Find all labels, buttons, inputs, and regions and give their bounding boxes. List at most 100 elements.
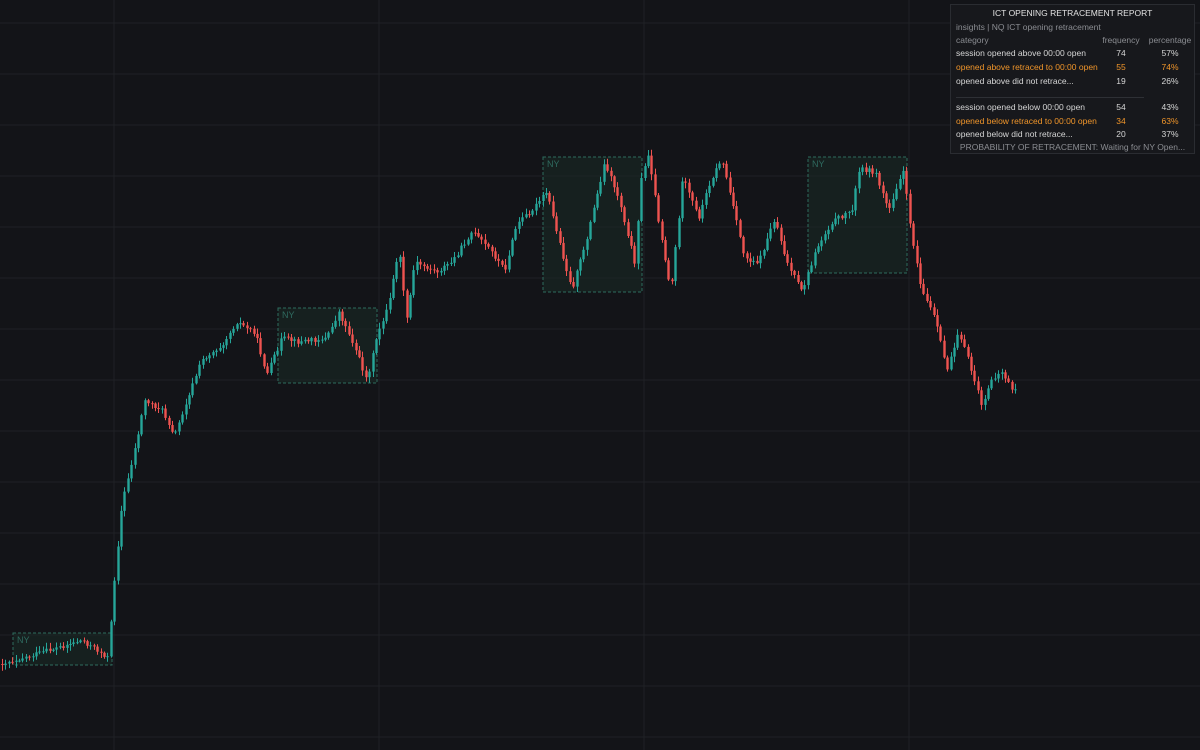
candle-body bbox=[460, 245, 463, 256]
candle-body bbox=[875, 172, 878, 174]
candle-body bbox=[548, 193, 551, 202]
candle-body bbox=[283, 336, 286, 339]
candle-body bbox=[100, 651, 103, 653]
candle-body bbox=[321, 339, 324, 341]
candle-body bbox=[106, 656, 109, 658]
candle-body bbox=[59, 646, 62, 648]
retracement-report-panel: ICT OPENING RETRACEMENT REPORT insights … bbox=[950, 4, 1195, 154]
row-frequency: 54 bbox=[1116, 102, 1126, 112]
candle-body bbox=[361, 357, 364, 371]
row-percentage: 26% bbox=[1161, 76, 1179, 86]
candle-body bbox=[610, 170, 613, 177]
candle-body bbox=[35, 652, 38, 657]
candle-body bbox=[766, 238, 769, 250]
candle-body bbox=[144, 400, 147, 416]
candle-body bbox=[661, 221, 664, 240]
candle-body bbox=[521, 217, 524, 222]
candle-body bbox=[545, 193, 548, 196]
candle-body bbox=[426, 266, 429, 269]
candle-body bbox=[120, 510, 123, 547]
candle-body bbox=[93, 645, 96, 647]
candle-body bbox=[620, 195, 623, 208]
candle-body bbox=[21, 658, 24, 661]
candle-body bbox=[759, 255, 762, 264]
row-category: opened above did not retrace... bbox=[956, 76, 1074, 86]
candle-body bbox=[134, 448, 137, 465]
candle-body bbox=[640, 178, 643, 221]
candle-body bbox=[569, 271, 572, 282]
candle-body bbox=[589, 221, 592, 240]
candle-body bbox=[38, 651, 41, 653]
candle-body bbox=[229, 332, 232, 339]
candle-body bbox=[198, 364, 201, 376]
candle-body bbox=[916, 245, 919, 264]
candle-body bbox=[780, 227, 783, 242]
candle-body bbox=[854, 188, 857, 211]
candle-body bbox=[960, 334, 963, 340]
candle-body bbox=[25, 656, 28, 659]
candle-body bbox=[667, 260, 670, 280]
header-category: category bbox=[956, 35, 989, 45]
row-percentage: 43% bbox=[1161, 102, 1179, 112]
candle-body bbox=[436, 270, 439, 273]
row-frequency: 19 bbox=[1116, 76, 1126, 86]
candle-body bbox=[718, 163, 721, 169]
row-category: session opened below 00:00 open bbox=[956, 102, 1086, 112]
ny-session-label: NY bbox=[812, 159, 825, 169]
ny-session-boxes: NY NY NY NY bbox=[12, 156, 908, 666]
candle-body bbox=[310, 338, 313, 342]
candle-body bbox=[606, 164, 609, 171]
candle-body bbox=[834, 218, 837, 225]
candle-body bbox=[977, 381, 980, 391]
candle-body bbox=[793, 270, 796, 275]
row-category: session opened above 00:00 open bbox=[956, 48, 1086, 58]
candle-body bbox=[178, 422, 181, 432]
candle-body bbox=[355, 342, 358, 351]
candle-body bbox=[899, 179, 902, 189]
candle-body bbox=[491, 246, 494, 252]
candle-body bbox=[623, 207, 626, 223]
candle-body bbox=[157, 408, 160, 409]
candle-body bbox=[392, 278, 395, 298]
candle-body bbox=[79, 640, 82, 643]
candle-body bbox=[273, 354, 276, 363]
candle-body bbox=[86, 641, 89, 646]
candle-body bbox=[729, 177, 732, 193]
candle-body bbox=[902, 170, 905, 179]
candle-body bbox=[83, 640, 86, 642]
candle-body bbox=[831, 224, 834, 230]
candle-body bbox=[783, 241, 786, 255]
candle-body bbox=[939, 326, 942, 341]
candle-body bbox=[433, 269, 436, 271]
candle-body bbox=[300, 341, 303, 344]
candle-body bbox=[963, 339, 966, 347]
candle-body bbox=[242, 323, 245, 326]
report-row: opened above did not retrace... 19 26% bbox=[951, 76, 1194, 89]
candle-body bbox=[946, 357, 949, 370]
candle-body bbox=[140, 415, 143, 435]
candle-body bbox=[701, 204, 704, 219]
candle-body bbox=[511, 239, 514, 256]
candle-body bbox=[970, 356, 973, 371]
candle-body bbox=[576, 270, 579, 287]
candle-body bbox=[497, 258, 500, 261]
candle-body bbox=[28, 656, 31, 658]
candle-body bbox=[926, 293, 929, 301]
candle-body bbox=[406, 290, 409, 318]
candle-body bbox=[494, 251, 497, 259]
candle-body bbox=[76, 642, 79, 644]
candle-body bbox=[96, 646, 99, 652]
candle-body bbox=[742, 236, 745, 254]
candle-body bbox=[457, 255, 460, 258]
candle-body bbox=[800, 282, 803, 290]
candle-body bbox=[52, 649, 55, 651]
candle-body bbox=[708, 185, 711, 193]
candle-body bbox=[429, 268, 432, 270]
candle-body bbox=[89, 645, 92, 647]
candle-body bbox=[586, 239, 589, 250]
candle-body bbox=[463, 244, 466, 246]
candle-body bbox=[195, 375, 198, 384]
candle-body bbox=[304, 339, 307, 342]
candle-body bbox=[657, 195, 660, 222]
candle-body bbox=[416, 261, 419, 271]
